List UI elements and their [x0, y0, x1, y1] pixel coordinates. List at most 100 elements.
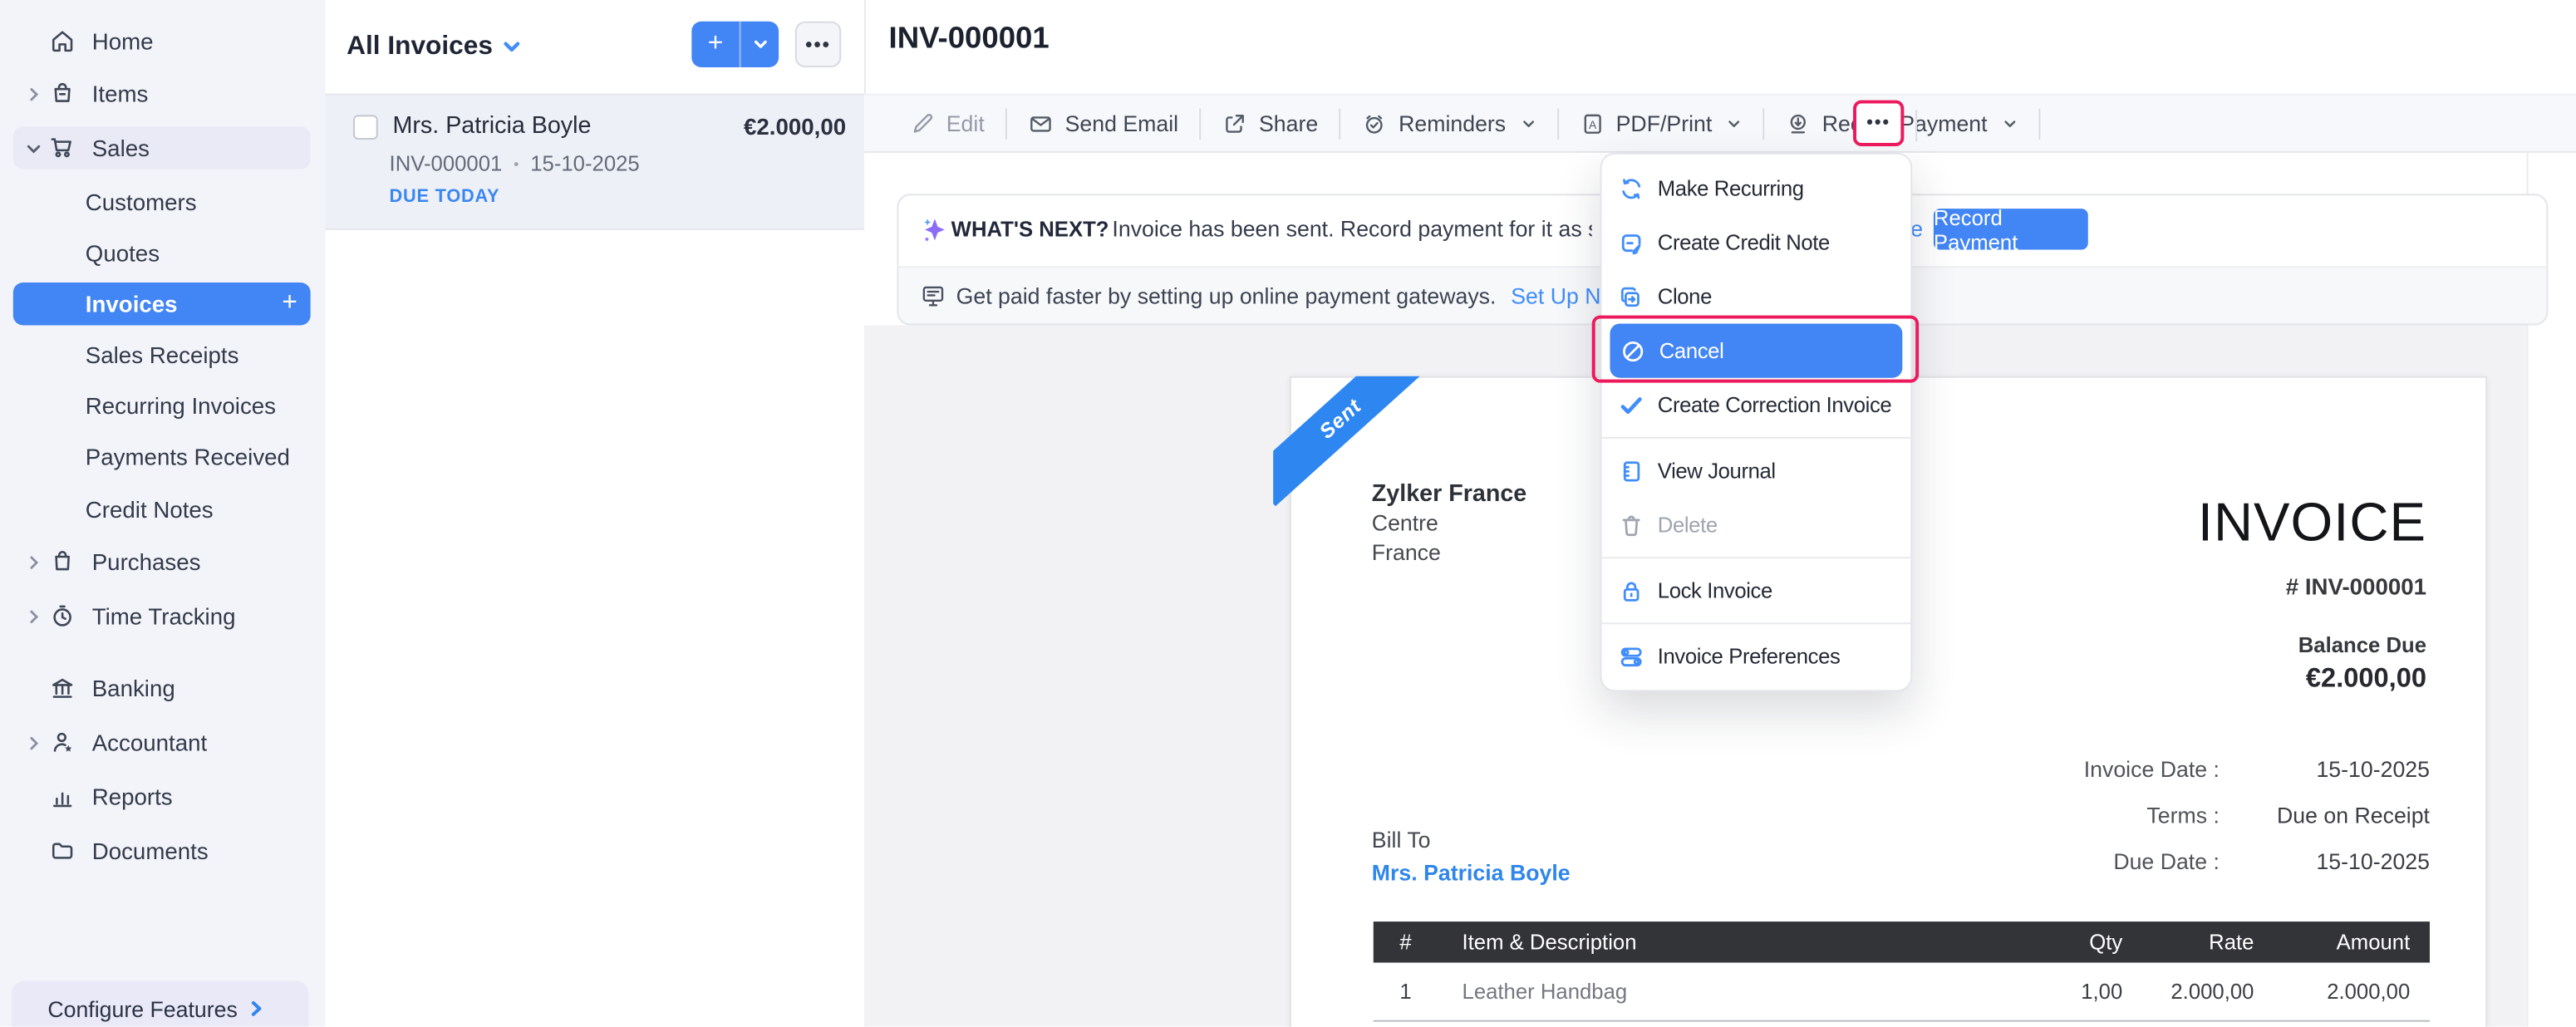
sidebar-item-recurring-invoices[interactable]: Recurring Invoices	[13, 385, 311, 427]
sidebar-item-quotes[interactable]: Quotes	[13, 232, 311, 274]
separator-dot: •	[514, 155, 519, 172]
chevron-right-icon	[248, 1000, 264, 1017]
shopping-bag-icon	[46, 548, 79, 575]
check-icon	[1616, 392, 1644, 419]
accountant-icon	[46, 730, 79, 756]
bill-to-label: Bill To	[1372, 824, 1571, 857]
invoice-filter-dropdown[interactable]: All Invoices	[347, 32, 520, 62]
bank-icon	[46, 676, 79, 702]
share-button[interactable]: Share	[1202, 111, 1340, 135]
record-payment-cta-button[interactable]: Record Payment	[1934, 209, 2088, 249]
list-more-button[interactable]: •••	[795, 22, 841, 67]
preferences-toggles-icon	[1616, 643, 1644, 670]
reminders-button[interactable]: Reminders	[1341, 111, 1557, 135]
pdf-print-button[interactable]: A PDF/Print	[1558, 111, 1762, 135]
menu-item-invoice-preferences[interactable]: Invoice Preferences	[1602, 629, 1911, 683]
plus-icon[interactable]: +	[691, 22, 739, 67]
banner-link-fragment[interactable]: e	[1910, 217, 1923, 242]
clone-icon	[1616, 283, 1644, 310]
invoice-number: INV-000001	[390, 151, 503, 176]
company-name: Zylker France	[1372, 479, 1526, 509]
bill-to-customer-link[interactable]: Mrs. Patricia Boyle	[1372, 857, 1571, 891]
trash-icon	[1616, 512, 1644, 538]
list-panel-actions: + •••	[691, 22, 841, 67]
sidebar-item-home[interactable]: Home	[13, 20, 311, 62]
credit-note-icon	[1616, 229, 1644, 256]
more-actions-menu: Make Recurring Create Credit Note Clone …	[1600, 153, 1913, 691]
company-block: Zylker France Centre France	[1372, 479, 1526, 568]
more-actions-button[interactable]: •••	[1866, 114, 1890, 132]
document-title: INVOICE	[2198, 491, 2426, 553]
sidebar-item-items[interactable]: Items	[13, 72, 311, 115]
menu-item-view-journal[interactable]: View Journal	[1602, 444, 1911, 498]
banner-message: Invoice has been sent. Record payment fo…	[1112, 217, 1591, 242]
customer-name: Mrs. Patricia Boyle	[393, 113, 592, 140]
company-address-line: Centre	[1372, 509, 1526, 539]
bar-chart-icon	[46, 784, 79, 810]
edit-button[interactable]: Edit	[889, 111, 1006, 135]
balance-due-amount: €2.000,00	[2306, 664, 2426, 695]
sidebar-item-documents[interactable]: Documents	[13, 829, 311, 872]
share-icon	[1223, 111, 1248, 135]
table-row: 1 Leather Handbag 1,00 2.000,00 2.000,00	[1374, 963, 2430, 1022]
row-checkbox[interactable]	[353, 114, 378, 139]
sidebar-item-customers[interactable]: Customers	[13, 180, 311, 223]
status-badge: DUE TODAY	[390, 187, 847, 207]
invoice-amount: €2.000,00	[744, 113, 846, 140]
sidebar-item-invoices[interactable]: Invoices +	[13, 283, 311, 325]
payment-download-icon	[1786, 111, 1811, 135]
sidebar-item-sales[interactable]: Sales	[13, 126, 311, 169]
configure-features-button[interactable]: Configure Features	[12, 980, 309, 1026]
menu-item-clone[interactable]: Clone	[1602, 269, 1911, 323]
sidebar-item-sales-receipts[interactable]: Sales Receipts	[13, 333, 311, 376]
lock-icon	[1616, 577, 1644, 604]
invoice-list-item[interactable]: Mrs. Patricia Boyle €2.000,00 INV-000001…	[325, 94, 863, 230]
sidebar-item-purchases[interactable]: Purchases	[13, 540, 311, 582]
sidebar-item-banking[interactable]: Banking	[13, 667, 311, 710]
chevron-down-icon	[23, 140, 43, 155]
folder-icon	[46, 838, 79, 864]
stopwatch-icon	[46, 603, 79, 630]
document-number: # INV-000001	[2286, 573, 2426, 600]
menu-item-cancel[interactable]: Cancel	[1610, 323, 1902, 377]
chevron-right-icon	[23, 608, 43, 623]
page-title: INV-000001	[889, 20, 1050, 56]
new-invoice-plus-icon[interactable]: +	[282, 289, 297, 319]
menu-item-delete[interactable]: Delete	[1602, 498, 1911, 552]
home-icon	[46, 28, 79, 55]
meta-row-invoice-date: Invoice Date : 15-10-2025	[1291, 746, 2430, 792]
invoice-list-panel: All Invoices + ••• Mrs. Patricia Boyl	[325, 0, 865, 1027]
chevron-right-icon	[23, 735, 43, 750]
chevron-down-icon[interactable]	[741, 22, 779, 67]
annotation-highlight-more: •••	[1853, 101, 1904, 146]
sidebar-item-time-tracking[interactable]: Time Tracking	[13, 595, 311, 637]
table-header: # Item & Description Qty Rate Amount	[1374, 921, 2430, 962]
cancel-icon	[1618, 337, 1646, 364]
payment-gateway-icon	[920, 283, 946, 309]
sidebar-item-reports[interactable]: Reports	[13, 775, 311, 818]
sidebar-item-accountant[interactable]: Accountant	[13, 721, 311, 764]
sidebar-item-payments-received[interactable]: Payments Received	[13, 435, 311, 478]
bill-to-block: Bill To Mrs. Patricia Boyle	[1372, 824, 1571, 890]
menu-item-create-credit-note[interactable]: Create Credit Note	[1602, 215, 1911, 269]
cart-icon	[46, 135, 79, 161]
menu-item-lock-invoice[interactable]: Lock Invoice	[1602, 563, 1911, 617]
sparkle-icon	[920, 215, 950, 245]
whats-next-label: WHAT'S NEXT?	[951, 217, 1109, 242]
bag-icon	[46, 81, 79, 107]
balance-due-label: Balance Due	[2298, 632, 2426, 657]
chevron-right-icon	[23, 554, 43, 569]
menu-item-create-correction-invoice[interactable]: Create Correction Invoice	[1602, 378, 1911, 432]
gateway-text: Get paid faster by setting up online pay…	[956, 283, 1497, 308]
sidebar-item-credit-notes[interactable]: Credit Notes	[13, 488, 311, 530]
toolbar: Edit Send Email Share Reminders	[864, 94, 2576, 153]
send-email-button[interactable]: Send Email	[1007, 111, 1199, 135]
chevron-down-icon	[1521, 115, 1536, 130]
sidebar: Home Items Sales Customers Quotes	[0, 0, 325, 1027]
new-invoice-split-button[interactable]: +	[691, 22, 779, 67]
recurring-icon	[1616, 175, 1644, 202]
invoice-date: 15-10-2025	[530, 151, 639, 176]
menu-item-make-recurring[interactable]: Make Recurring	[1602, 161, 1911, 215]
chevron-down-icon	[2002, 115, 2017, 130]
svg-text:A: A	[1588, 117, 1596, 130]
